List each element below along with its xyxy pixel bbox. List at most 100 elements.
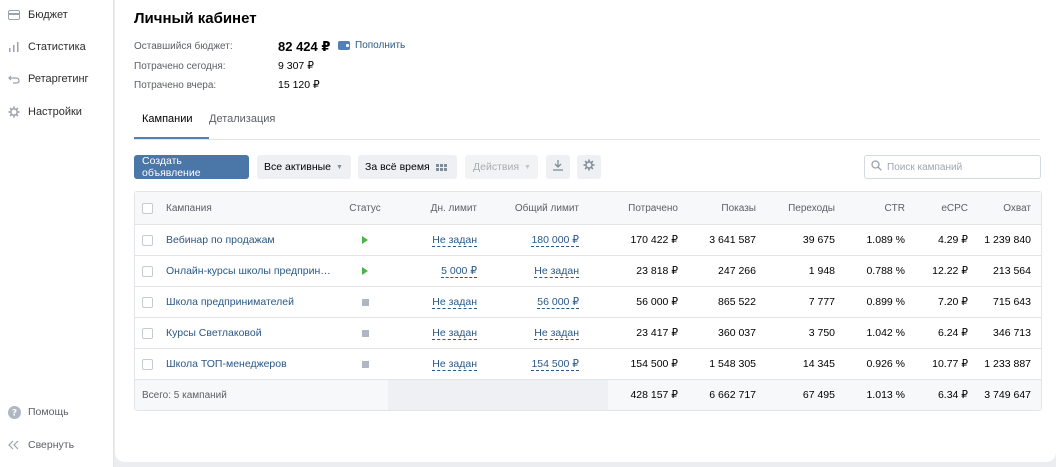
play-icon[interactable] [362, 236, 368, 244]
header-ctr[interactable]: CTR [843, 192, 905, 224]
search-icon [871, 158, 882, 176]
status-filter-dropdown[interactable]: Все активные ▼ [257, 155, 351, 179]
cell-total-limit: 180 000 ₽ [485, 225, 579, 255]
cell-clicks: 39 675 [802, 234, 835, 246]
cell-daily-limit: 5 000 ₽ [401, 256, 477, 286]
sidebar-item-settings[interactable]: Настройки [7, 103, 82, 121]
header-reach[interactable]: Охват [975, 192, 1031, 224]
campaign-search[interactable] [864, 155, 1041, 179]
campaign-link[interactable]: Курсы Светлаковой [166, 327, 262, 339]
cell-daily-limit-link[interactable]: Не задан [432, 358, 477, 371]
wallet-icon [7, 8, 21, 22]
checkbox[interactable] [142, 202, 153, 214]
cell-impressions: 3 641 587 [709, 234, 756, 246]
campaign-link[interactable]: Онлайн-курсы школы предприн… [166, 265, 331, 277]
header-spent[interactable]: Потрачено [587, 192, 678, 224]
play-icon[interactable] [362, 267, 368, 275]
period-filter-button[interactable]: За всё время [358, 155, 457, 179]
campaign-link[interactable]: Вебинар по продажам [166, 234, 275, 246]
settings-button[interactable] [577, 155, 601, 179]
row-checkbox-cell[interactable] [142, 287, 153, 317]
footer-ecpc: 6.34 ₽ [937, 389, 968, 401]
cell-daily-limit-link[interactable]: Не задан [432, 234, 477, 247]
row-checkbox-cell[interactable] [142, 349, 153, 379]
sidebar-item-stats[interactable]: Статистика [7, 38, 86, 56]
row-checkbox-cell[interactable] [142, 225, 153, 255]
header-total-limit[interactable]: Общий лимит [485, 192, 579, 224]
actions-dropdown[interactable]: Действия ▼ [465, 155, 538, 179]
cell-total-limit-link[interactable]: 56 000 ₽ [537, 296, 579, 309]
help-link[interactable]: ? Помощь [7, 403, 69, 421]
campaign-link[interactable]: Школа предпринимателей [166, 296, 294, 308]
cell-total-limit-link[interactable]: 180 000 ₽ [531, 234, 579, 247]
cell-daily-limit: Не задан [401, 318, 477, 348]
cell-total-limit-link[interactable]: 154 500 ₽ [531, 358, 579, 371]
header-status[interactable]: Статус [335, 192, 395, 224]
tab-details[interactable]: Детализация [209, 113, 275, 125]
cell-ecpc: 6.24 ₽ [937, 327, 968, 339]
collapse-label: Свернуть [28, 439, 75, 451]
cell-spent: 154 500 ₽ [630, 358, 678, 370]
select-all-checkbox[interactable] [142, 192, 153, 224]
stop-icon[interactable] [361, 360, 369, 368]
table-row: Вебинар по продажам Не задан 180 000 ₽ 170 … [135, 225, 1041, 256]
create-ad-label: Создать объявление [142, 155, 201, 179]
row-checkbox[interactable] [142, 265, 153, 277]
campaign-link[interactable]: Школа ТОП-менеджеров [166, 358, 287, 370]
cell-daily-limit-link[interactable]: Не задан [432, 327, 477, 340]
create-ad-button[interactable]: Создать объявление [134, 155, 249, 179]
gear-icon [7, 105, 21, 119]
cell-spent: 23 417 ₽ [636, 327, 678, 339]
sidebar-item-budget[interactable]: Бюджет [7, 6, 68, 24]
topup-label: Пополнить [355, 40, 406, 51]
row-checkbox[interactable] [142, 327, 153, 339]
footer-spent: 428 157 ₽ [630, 389, 678, 401]
footer-impressions: 6 662 717 [709, 389, 756, 401]
row-checkbox[interactable] [142, 296, 153, 308]
stop-icon[interactable] [361, 329, 369, 337]
cell-daily-limit-link[interactable]: Не задан [432, 296, 477, 309]
sidebar-item-retargeting[interactable]: Ретаргетинг [7, 70, 89, 88]
footer-total-label: Всего: 5 кампаний [142, 389, 227, 401]
cell-total-limit-link[interactable]: Не задан [534, 265, 579, 278]
cell-status [335, 225, 395, 255]
cell-daily-limit-link[interactable]: 5 000 ₽ [441, 265, 477, 278]
spent-yesterday-label: Потрачено вчера: [134, 80, 217, 91]
wallet-icon [338, 41, 350, 50]
cell-impressions: 247 266 [718, 265, 756, 277]
cell-campaign: Курсы Светлаковой [166, 318, 334, 348]
download-button[interactable] [546, 155, 570, 179]
tab-campaigns[interactable]: Кампании [142, 113, 193, 125]
help-icon: ? [7, 405, 21, 419]
topup-link[interactable]: Пополнить [338, 40, 405, 51]
cell-clicks: 1 948 [808, 265, 835, 277]
main-panel: Личный кабинет Оставшийся бюджет: 82 424… [115, 0, 1056, 462]
row-checkbox-cell[interactable] [142, 318, 153, 348]
cell-clicks: 14 345 [802, 358, 835, 370]
header-ecpc[interactable]: eCPC [913, 192, 968, 224]
tabs: Кампании Детализация [134, 104, 1040, 140]
calendar-grid-icon [435, 163, 447, 171]
row-checkbox[interactable] [142, 358, 153, 370]
cell-ctr: 1.089 % [866, 234, 905, 246]
cell-spent: 170 422 ₽ [630, 234, 678, 246]
cell-total-limit: Не задан [485, 256, 579, 286]
chevron-down-icon: ▼ [524, 163, 531, 171]
sidebar-item-label: Ретаргетинг [28, 73, 89, 85]
stop-icon[interactable] [361, 298, 369, 306]
header-daily-limit[interactable]: Дн. лимит [401, 192, 477, 224]
cell-spent: 23 818 ₽ [636, 265, 678, 277]
row-checkbox-cell[interactable] [142, 256, 153, 286]
collapse-button[interactable]: Свернуть [7, 436, 74, 454]
cell-campaign: Вебинар по продажам [166, 225, 334, 255]
header-impressions[interactable]: Показы [685, 192, 756, 224]
cell-reach: 1 239 840 [984, 234, 1031, 246]
search-input[interactable] [887, 161, 1037, 173]
svg-text:?: ? [11, 408, 16, 418]
cell-total-limit-link[interactable]: Не задан [534, 327, 579, 340]
row-checkbox[interactable] [142, 234, 153, 246]
table-row: Школа предпринимателей Не задан 56 000 ₽ 56… [135, 287, 1041, 318]
sidebar-item-label: Бюджет [28, 9, 68, 21]
header-clicks[interactable]: Переходы [763, 192, 835, 224]
header-campaign[interactable]: Кампания [166, 192, 212, 224]
